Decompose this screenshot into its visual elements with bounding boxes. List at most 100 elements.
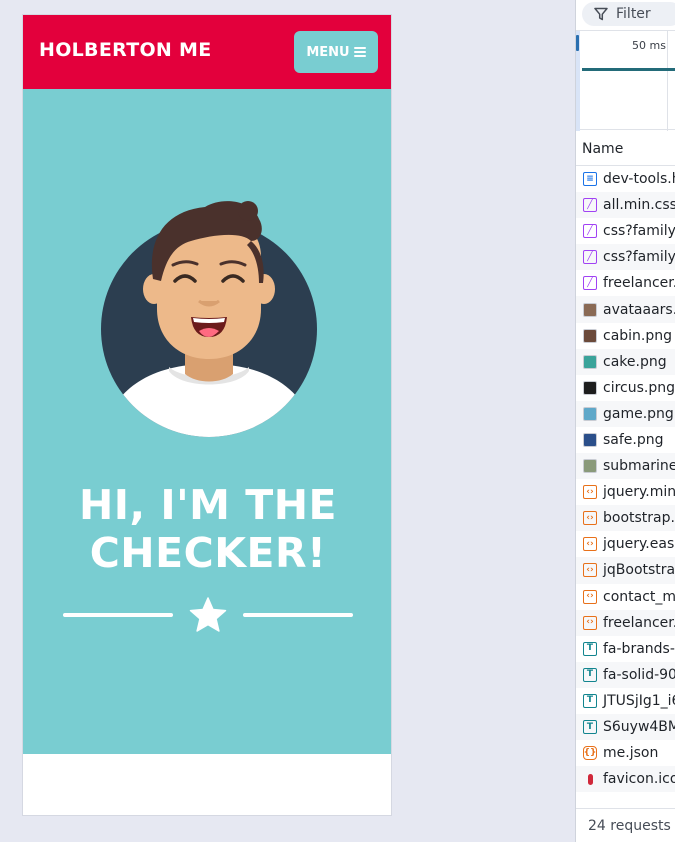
script-icon: ‹› bbox=[583, 511, 597, 526]
masthead: HI, I'M THE CHECKER! bbox=[23, 89, 391, 754]
script-icon: ‹› bbox=[583, 537, 597, 552]
divider-line-left bbox=[63, 613, 173, 617]
request-row[interactable]: ‹› contact_me bbox=[576, 584, 675, 610]
request-row[interactable]: submarine. bbox=[576, 453, 675, 480]
script-icon: ‹› bbox=[583, 485, 597, 500]
request-name: me.json bbox=[603, 745, 659, 762]
request-row[interactable]: cake.png bbox=[576, 348, 675, 375]
filter-icon bbox=[594, 7, 608, 21]
request-name: css?family= bbox=[603, 223, 675, 240]
request-row[interactable]: safe.png bbox=[576, 427, 675, 453]
font-icon: T bbox=[583, 641, 597, 656]
timeline-activity-bar bbox=[582, 68, 675, 71]
headline-line-2: CHECKER! bbox=[89, 529, 327, 577]
request-count: 24 requests bbox=[588, 817, 671, 834]
stylesheet-icon: ╱ bbox=[583, 224, 597, 239]
star-icon bbox=[189, 597, 227, 632]
column-header-name[interactable]: Name bbox=[576, 132, 675, 166]
request-name: favicon.ico bbox=[603, 771, 675, 788]
favicon-icon bbox=[583, 772, 597, 786]
request-row[interactable]: circus.png bbox=[576, 375, 675, 401]
request-name: bootstrap.b bbox=[603, 510, 675, 527]
menu-button[interactable]: MENU bbox=[294, 31, 378, 73]
filter-input[interactable]: Filter bbox=[582, 2, 675, 26]
request-name: JTUSjIg1_i6 bbox=[603, 692, 675, 709]
request-row[interactable]: ‹› bootstrap.b bbox=[576, 505, 675, 532]
network-overview-timeline[interactable]: 50 ms bbox=[576, 30, 675, 131]
request-name: game.png bbox=[603, 405, 674, 422]
font-icon: T bbox=[583, 693, 597, 708]
request-name: submarine. bbox=[603, 458, 675, 475]
divider-line-right bbox=[243, 613, 353, 617]
bars-icon bbox=[353, 47, 366, 57]
request-row[interactable]: ‹› jquery.easi bbox=[576, 531, 675, 557]
page-headline: HI, I'M THE CHECKER! bbox=[23, 481, 391, 577]
image-icon bbox=[583, 380, 597, 395]
timeline-gridline bbox=[667, 31, 668, 131]
column-header-label: Name bbox=[582, 140, 624, 157]
request-name: fa-brands-4 bbox=[603, 640, 675, 657]
overview-drag-handle[interactable] bbox=[576, 35, 579, 51]
request-row[interactable]: T S6uyw4BM bbox=[576, 713, 675, 741]
image-icon bbox=[583, 406, 597, 421]
request-name: safe.png bbox=[603, 431, 664, 448]
devtools-network-panel: Filter 50 ms Name ≡ dev-tools.h ╱ all.min.c… bbox=[575, 0, 675, 842]
request-name: contact_me bbox=[603, 588, 675, 605]
script-icon: ‹› bbox=[583, 615, 597, 630]
request-name: all.min.css bbox=[603, 197, 675, 214]
stylesheet-icon: ╱ bbox=[583, 250, 597, 265]
request-name: dev-tools.h bbox=[603, 171, 675, 188]
request-name: S6uyw4BM bbox=[603, 719, 675, 736]
document-icon: ≡ bbox=[583, 172, 597, 187]
request-name: cabin.png bbox=[603, 327, 673, 344]
request-name: css?family= bbox=[603, 249, 675, 266]
image-icon bbox=[583, 354, 597, 369]
headline-line-1: HI, I'M THE bbox=[78, 481, 338, 529]
request-row[interactable]: Tfa-solid-90 bbox=[576, 661, 675, 688]
request-row[interactable]: game.png bbox=[576, 400, 675, 427]
request-name: freelancer.r bbox=[603, 614, 675, 631]
request-name: jqBootstrap bbox=[603, 562, 675, 579]
request-row[interactable]: avataaars.s bbox=[576, 296, 675, 323]
fetch-icon: {} bbox=[583, 746, 597, 761]
font-icon: T bbox=[583, 667, 597, 682]
menu-button-label: MENU bbox=[306, 44, 350, 60]
request-row[interactable]: ╱ css?family= bbox=[576, 244, 675, 271]
request-row[interactable]: ‹› jquery.min. bbox=[576, 479, 675, 505]
font-icon: T bbox=[583, 720, 597, 735]
request-row[interactable]: ╱ all.min.css bbox=[576, 192, 675, 219]
filter-placeholder: Filter bbox=[616, 6, 651, 22]
request-name: fa-solid-90 bbox=[603, 666, 675, 683]
device-viewport: HOLBERTON ME MENU HI, I'M THE CHECKER! bbox=[22, 14, 392, 816]
request-name: cake.png bbox=[603, 353, 667, 370]
image-icon bbox=[583, 328, 597, 343]
request-row[interactable]: {} me.json bbox=[576, 740, 675, 766]
script-icon: ‹› bbox=[583, 589, 597, 604]
star-divider bbox=[63, 594, 353, 636]
request-name: avataaars.s bbox=[603, 301, 675, 318]
request-name: jquery.easi bbox=[603, 536, 675, 553]
request-list: ≡ dev-tools.h ╱ all.min.css ╱ css?family= ╱ css… bbox=[576, 166, 675, 793]
image-icon bbox=[583, 432, 597, 447]
request-row[interactable]: favicon.ico bbox=[576, 766, 675, 793]
request-row[interactable]: ≡ dev-tools.h bbox=[576, 166, 675, 192]
request-name: freelancer.c bbox=[603, 275, 675, 292]
status-bar: 24 requests bbox=[576, 808, 675, 842]
navbar: HOLBERTON ME MENU bbox=[23, 15, 391, 89]
timeline-tick-label: 50 ms bbox=[632, 39, 666, 52]
request-row[interactable]: T JTUSjIg1_i6 bbox=[576, 688, 675, 714]
image-icon bbox=[583, 459, 597, 474]
stylesheet-icon: ╱ bbox=[583, 276, 597, 291]
request-name: circus.png bbox=[603, 379, 675, 396]
request-row[interactable]: Tfa-brands-4 bbox=[576, 636, 675, 662]
request-name: jquery.min. bbox=[603, 484, 675, 501]
brand-link[interactable]: HOLBERTON ME bbox=[39, 39, 212, 61]
stylesheet-icon: ╱ bbox=[583, 198, 597, 213]
request-row[interactable]: ‹› freelancer.r bbox=[576, 609, 675, 636]
image-icon bbox=[583, 302, 597, 317]
request-row[interactable]: ╱ freelancer.c bbox=[576, 270, 675, 296]
request-row[interactable]: cabin.png bbox=[576, 323, 675, 349]
request-row[interactable]: ╱ css?family= bbox=[576, 218, 675, 244]
avatar-image bbox=[101, 201, 317, 437]
request-row[interactable]: ‹› jqBootstrap bbox=[576, 557, 675, 584]
